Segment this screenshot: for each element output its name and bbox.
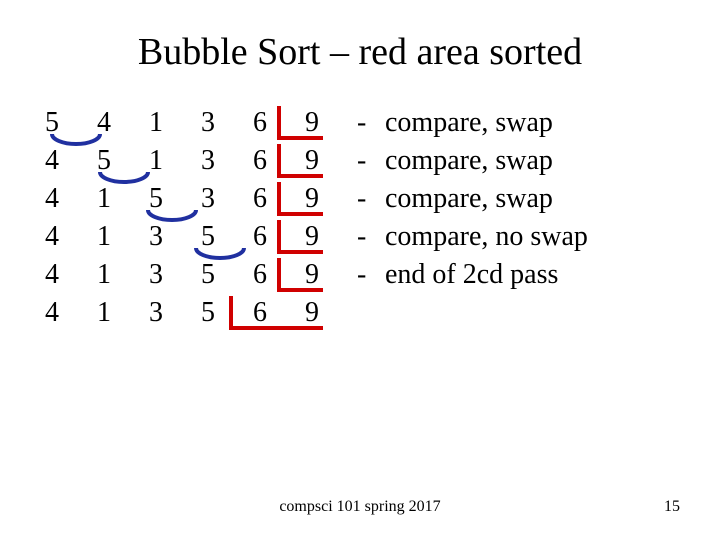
cell: 6 [253,142,301,180]
cell: 6 [253,180,301,218]
step-desc: compare, no swap [385,218,588,256]
cell: 1 [97,180,145,218]
page-number: 15 [664,498,680,516]
dash: - [357,180,381,218]
cell: 4 [45,256,93,294]
cell: 4 [97,104,145,142]
cell: 1 [97,294,145,332]
cell: 9 [305,180,353,218]
table-row: 4 1 3 5 6 9 [45,294,588,332]
step-desc: compare, swap [385,180,553,218]
step-desc: end of 2cd pass [385,256,558,294]
cell: 3 [149,256,197,294]
cell: 1 [97,256,145,294]
dash: - [357,104,381,142]
table-row: 4 1 3 5 6 9 - compare, no swap [45,218,588,256]
cell: 3 [201,142,249,180]
step-desc: compare, swap [385,142,553,180]
cell: 5 [45,104,93,142]
dash: - [357,142,381,180]
cell: 6 [253,256,301,294]
cell: 5 [201,256,249,294]
cell: 9 [305,294,353,332]
dash: - [357,218,381,256]
cell: 9 [305,142,353,180]
cell: 4 [45,294,93,332]
table-row: 4 1 5 3 6 9 - compare, swap [45,180,588,218]
step-desc: compare, swap [385,104,553,142]
page-title: Bubble Sort – red area sorted [0,30,720,74]
cell: 5 [201,218,249,256]
footer-text: compsci 101 spring 2017 [0,498,720,516]
cell: 1 [149,104,197,142]
cell: 3 [149,294,197,332]
cell: 3 [201,180,249,218]
dash: - [357,256,381,294]
cell: 1 [149,142,197,180]
cell: 5 [97,142,145,180]
cell: 4 [45,218,93,256]
cell: 9 [305,104,353,142]
cell: 6 [253,218,301,256]
cell: 1 [97,218,145,256]
cell: 3 [201,104,249,142]
cell: 5 [201,294,249,332]
cell: 4 [45,142,93,180]
table-row: 5 4 1 3 6 9 - compare, swap [45,104,588,142]
cell: 5 [149,180,197,218]
cell: 3 [149,218,197,256]
sort-grid: 5 4 1 3 6 9 - compare, swap 4 5 1 3 6 9 … [45,104,588,332]
table-row: 4 1 3 5 6 9 - end of 2cd pass [45,256,588,294]
cell: 9 [305,256,353,294]
table-row: 4 5 1 3 6 9 - compare, swap [45,142,588,180]
cell: 6 [253,294,301,332]
cell: 4 [45,180,93,218]
cell: 9 [305,218,353,256]
cell: 6 [253,104,301,142]
